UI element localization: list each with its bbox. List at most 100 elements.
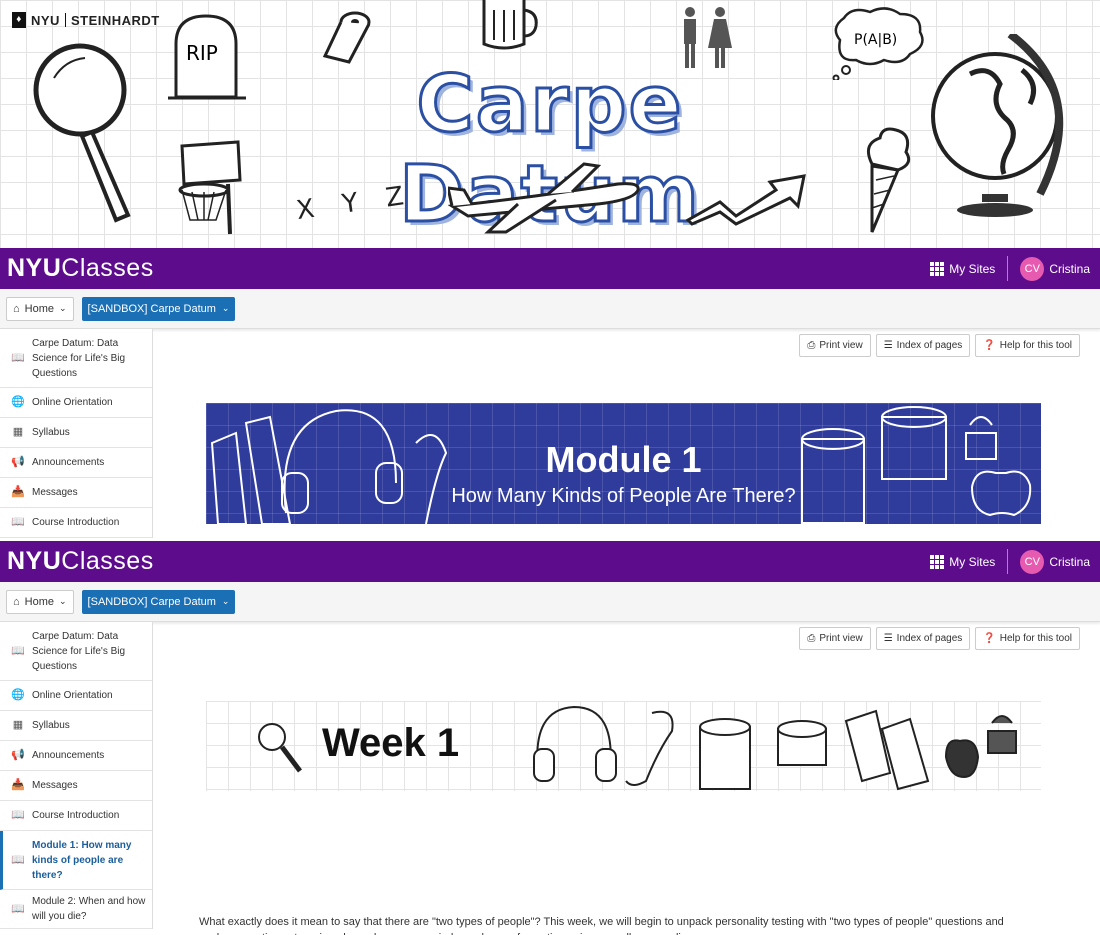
- print-icon: ⎙: [807, 633, 816, 644]
- megaphone-icon: 📢: [11, 749, 25, 761]
- logo-school: STEINHARDT: [70, 12, 160, 28]
- inbox-icon: 📥: [11, 486, 25, 498]
- site-nav: ⌂ Home ⌄ [SANDBOX] Carpe Datum ⌄: [0, 289, 1100, 329]
- my-sites-label: My Sites: [949, 261, 996, 276]
- print-label: Print view: [819, 633, 863, 644]
- tool-sidebar: 📖 Carpe Datum: Data Science for Life's B…: [0, 622, 153, 929]
- globe-icon: 🌐: [11, 396, 25, 408]
- sidebar-item-module-2[interactable]: 📖 Module 2: When and how will you die?: [0, 890, 152, 929]
- site-label: [SANDBOX] Carpe Datum: [87, 302, 216, 315]
- sidebar-item-label: Syllabus: [32, 720, 70, 731]
- android-icon: [987, 715, 1017, 754]
- brand-light: Classes: [61, 547, 154, 575]
- sidebar-item-messages[interactable]: 📥 Messages: [0, 478, 152, 508]
- my-sites-button[interactable]: My Sites: [930, 256, 1009, 281]
- sidebar-item-course-introduction[interactable]: 📖 Course Introduction: [0, 801, 152, 831]
- sidebar-item-orientation[interactable]: 🌐 Online Orientation: [0, 388, 152, 418]
- top-bar: NYUClasses My Sites CV Cristina: [0, 541, 1100, 582]
- sidebar-item-messages[interactable]: 📥 Messages: [0, 771, 152, 801]
- nyu-steinhardt-logo[interactable]: ♦ NYU STEINHARDT: [12, 12, 160, 28]
- sidebar-item-label: Module 1: How many kinds of people are t…: [32, 839, 132, 881]
- magnifying-glass-icon: [30, 40, 140, 225]
- sidebar-item-announcements[interactable]: 📢 Announcements: [0, 741, 152, 771]
- book-icon: 📖: [11, 644, 25, 657]
- sidebar-item-label: Announcements: [32, 457, 105, 468]
- grid-icon: [930, 554, 945, 569]
- home-label: Home: [24, 595, 54, 608]
- list-icon: ☰: [883, 340, 893, 351]
- help-label: Help for this tool: [999, 340, 1072, 351]
- sidebar-item-label: Syllabus: [32, 427, 70, 438]
- map-icon: ▦: [12, 426, 24, 438]
- my-sites-label: My Sites: [949, 554, 996, 569]
- beer-mug-icon: [478, 0, 540, 50]
- inbox-icon: 📥: [11, 779, 25, 791]
- home-icon: ⌂: [13, 595, 20, 608]
- sidebar-item-home[interactable]: 📖 Carpe Datum: Data Science for Life's B…: [0, 622, 152, 681]
- my-sites-button[interactable]: My Sites: [930, 549, 1009, 574]
- print-view-button[interactable]: ⎙ Print view: [799, 334, 871, 357]
- site-label: [SANDBOX] Carpe Datum: [87, 595, 216, 608]
- sidebar-item-label: Announcements: [32, 750, 105, 761]
- course-hero-banner: ♦ NYU STEINHARDT RIP P(A|B) Carpe X Y Z: [0, 0, 1100, 248]
- sidebar-item-label: Carpe Datum: Data Science for Life's Big…: [32, 337, 126, 379]
- sidebar-item-syllabus[interactable]: ▦ Syllabus: [0, 418, 152, 448]
- user-menu[interactable]: CV Cristina: [1020, 256, 1090, 281]
- index-label: Index of pages: [896, 340, 963, 351]
- index-of-pages-button[interactable]: ☰ Index of pages: [875, 334, 971, 357]
- week-title: Week 1: [322, 721, 460, 765]
- sidebar-item-label: Online Orientation: [32, 690, 113, 701]
- sidebar-item-orientation[interactable]: 🌐 Online Orientation: [0, 681, 152, 711]
- print-icon: ⎙: [807, 340, 816, 351]
- nyu-classes-module-view: NYUClasses My Sites CV Cristina ⌂ Home ⌄…: [0, 248, 1100, 541]
- nyu-classes-logo[interactable]: NYUClasses: [7, 547, 154, 576]
- airplane-icon: [448, 160, 644, 234]
- home-icon: ⌂: [13, 302, 20, 315]
- sidebar-item-label: Course Introduction: [32, 810, 120, 821]
- help-button[interactable]: ❓ Help for this tool: [975, 627, 1080, 650]
- sidebar-item-label: Course Introduction: [32, 517, 120, 528]
- site-dropdown[interactable]: [SANDBOX] Carpe Datum ⌄: [81, 296, 236, 321]
- list-icon: ☰: [883, 633, 893, 644]
- top-bar: NYUClasses My Sites CV Cristina: [0, 248, 1100, 289]
- chevron-down-icon: ⌄: [59, 596, 67, 606]
- book-icon: 📖: [11, 516, 25, 528]
- sidebar-item-syllabus[interactable]: ▦ Syllabus: [0, 711, 152, 741]
- module-title: Module 1: [545, 439, 702, 480]
- avatar: CV: [1020, 549, 1045, 574]
- module-banner: Module 1 How Many Kinds of People Are Th…: [206, 403, 1041, 524]
- user-menu[interactable]: CV Cristina: [1020, 549, 1090, 574]
- sidebar-item-label: Module 2: When and how will you die?: [32, 896, 146, 922]
- toothpaste-tube-icon: [880, 717, 930, 791]
- sidebar-item-home[interactable]: 📖 Carpe Datum: Data Science for Life's B…: [0, 329, 152, 388]
- nyu-classes-logo[interactable]: NYUClasses: [7, 254, 154, 283]
- module-subtitle: How Many Kinds of People Are There?: [451, 485, 796, 507]
- toilet-paper-icon: [699, 726, 751, 790]
- sidebar-item-announcements[interactable]: 📢 Announcements: [0, 448, 152, 478]
- book-icon: 📖: [11, 809, 25, 821]
- magnifying-glass-icon: [258, 723, 286, 751]
- help-label: Help for this tool: [999, 633, 1072, 644]
- print-view-button[interactable]: ⎙ Print view: [799, 627, 871, 650]
- sidebar-item-label: Messages: [32, 780, 78, 791]
- index-of-pages-button[interactable]: ☰ Index of pages: [875, 627, 971, 650]
- home-dropdown[interactable]: ⌂ Home ⌄: [6, 296, 74, 321]
- brand-light: Classes: [61, 254, 154, 282]
- week-banner: Week 1: [206, 701, 1041, 791]
- help-button[interactable]: ❓ Help for this tool: [975, 334, 1080, 357]
- chevron-down-icon: ⌄: [221, 596, 230, 606]
- sidebar-item-course-introduction[interactable]: 📖 Course Introduction: [0, 508, 152, 538]
- home-dropdown[interactable]: ⌂ Home ⌄: [6, 589, 74, 614]
- megaphone-icon: 📢: [11, 456, 25, 468]
- site-dropdown[interactable]: [SANDBOX] Carpe Datum ⌄: [81, 589, 236, 614]
- tombstone-icon: RIP: [168, 12, 248, 102]
- ice-cream-icon: [852, 124, 916, 234]
- apple-icon: [944, 739, 980, 779]
- index-label: Index of pages: [896, 633, 963, 644]
- logo-institution: NYU: [31, 12, 60, 28]
- tombstone-text: RIP: [186, 41, 218, 65]
- sidebar-item-label: Carpe Datum: Data Science for Life's Big…: [32, 630, 126, 672]
- tool-buttons: ⎙ Print view ☰ Index of pages ❓ Help for th…: [799, 334, 1080, 357]
- sidebar-item-module-1[interactable]: 📖 Module 1: How many kinds of people are…: [0, 831, 152, 890]
- logo-divider: [64, 13, 66, 27]
